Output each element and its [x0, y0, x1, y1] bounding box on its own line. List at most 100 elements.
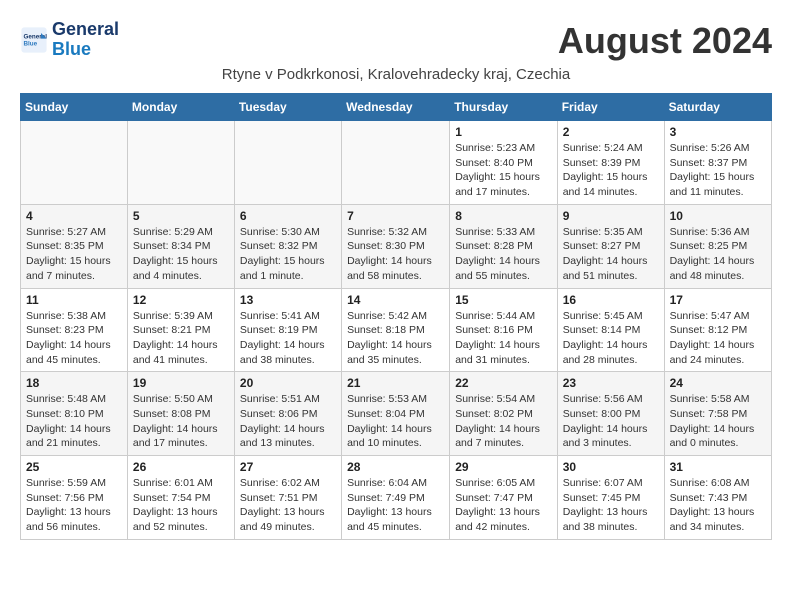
day-info: Sunrise: 5:56 AM Sunset: 8:00 PM Dayligh…: [563, 392, 659, 451]
calendar-cell: 27 Sunrise: 6:02 AM Sunset: 7:51 PM Dayli…: [234, 456, 341, 540]
day-header-saturday: Saturday: [664, 94, 771, 121]
calendar-cell: 11Sunrise: 5:38 AM Sunset: 8:23 PM Dayli…: [21, 288, 128, 372]
day-number: 27: [240, 460, 336, 474]
day-number: 25: [26, 460, 122, 474]
calendar-cell: 4 Sunrise: 5:27 AM Sunset: 8:35 PM Daylig…: [21, 204, 128, 288]
day-number: 4: [26, 209, 122, 223]
calendar-cell: 24Sunrise: 5:58 AM Sunset: 7:58 PM Dayli…: [664, 372, 771, 456]
day-number: 1: [455, 125, 551, 139]
day-header-thursday: Thursday: [450, 94, 557, 121]
day-info: Sunrise: 5:41 AM Sunset: 8:19 PM Dayligh…: [240, 309, 336, 368]
day-number: 6: [240, 209, 336, 223]
day-info: Sunrise: 5:39 AM Sunset: 8:21 PM Dayligh…: [133, 309, 229, 368]
calendar-week-3: 11Sunrise: 5:38 AM Sunset: 8:23 PM Dayli…: [21, 288, 772, 372]
calendar-cell: 5 Sunrise: 5:29 AM Sunset: 8:34 PM Daylig…: [127, 204, 234, 288]
calendar-week-4: 18 Sunrise: 5:48 AM Sunset: 8:10 PM Dayli…: [21, 372, 772, 456]
day-number: 9: [563, 209, 659, 223]
calendar-cell: 25 Sunrise: 5:59 AM Sunset: 7:56 PM Dayli…: [21, 456, 128, 540]
day-info: Sunrise: 5:51 AM Sunset: 8:06 PM Dayligh…: [240, 392, 336, 451]
day-info: Sunrise: 5:27 AM Sunset: 8:35 PM Dayligh…: [26, 225, 122, 284]
calendar-cell: [342, 121, 450, 205]
svg-text:Blue: Blue: [24, 40, 38, 47]
calendar-cell: 6 Sunrise: 5:30 AM Sunset: 8:32 PM Daylig…: [234, 204, 341, 288]
day-number: 5: [133, 209, 229, 223]
day-number: 20: [240, 376, 336, 390]
calendar-cell: 9 Sunrise: 5:35 AM Sunset: 8:27 PM Daylig…: [557, 204, 664, 288]
logo: General Blue General Blue: [20, 20, 119, 60]
day-number: 15: [455, 293, 551, 307]
day-number: 26: [133, 460, 229, 474]
day-number: 3: [670, 125, 766, 139]
day-info: Sunrise: 5:30 AM Sunset: 8:32 PM Dayligh…: [240, 225, 336, 284]
calendar-cell: 8Sunrise: 5:33 AM Sunset: 8:28 PM Daylig…: [450, 204, 557, 288]
day-number: 19: [133, 376, 229, 390]
calendar-cell: 18 Sunrise: 5:48 AM Sunset: 8:10 PM Dayli…: [21, 372, 128, 456]
day-info: Sunrise: 5:26 AM Sunset: 8:37 PM Dayligh…: [670, 141, 766, 200]
day-info: Sunrise: 6:04 AM Sunset: 7:49 PM Dayligh…: [347, 476, 444, 535]
day-info: Sunrise: 6:02 AM Sunset: 7:51 PM Dayligh…: [240, 476, 336, 535]
calendar-cell: 16 Sunrise: 5:45 AM Sunset: 8:14 PM Dayli…: [557, 288, 664, 372]
day-number: 2: [563, 125, 659, 139]
day-info: Sunrise: 6:07 AM Sunset: 7:45 PM Dayligh…: [563, 476, 659, 535]
day-header-tuesday: Tuesday: [234, 94, 341, 121]
day-info: Sunrise: 5:42 AM Sunset: 8:18 PM Dayligh…: [347, 309, 444, 368]
calendar-cell: 12 Sunrise: 5:39 AM Sunset: 8:21 PM Dayli…: [127, 288, 234, 372]
day-info: Sunrise: 6:05 AM Sunset: 7:47 PM Dayligh…: [455, 476, 551, 535]
day-number: 14: [347, 293, 444, 307]
day-number: 29: [455, 460, 551, 474]
day-info: Sunrise: 5:53 AM Sunset: 8:04 PM Dayligh…: [347, 392, 444, 451]
day-info: Sunrise: 5:54 AM Sunset: 8:02 PM Dayligh…: [455, 392, 551, 451]
day-info: Sunrise: 5:36 AM Sunset: 8:25 PM Dayligh…: [670, 225, 766, 284]
day-info: Sunrise: 5:50 AM Sunset: 8:08 PM Dayligh…: [133, 392, 229, 451]
day-number: 8: [455, 209, 551, 223]
logo-icon: General Blue: [20, 26, 48, 54]
day-info: Sunrise: 5:47 AM Sunset: 8:12 PM Dayligh…: [670, 309, 766, 368]
calendar-cell: [21, 121, 128, 205]
day-info: Sunrise: 5:38 AM Sunset: 8:23 PM Dayligh…: [26, 309, 122, 368]
calendar-cell: 31Sunrise: 6:08 AM Sunset: 7:43 PM Dayli…: [664, 456, 771, 540]
day-number: 21: [347, 376, 444, 390]
day-info: Sunrise: 5:23 AM Sunset: 8:40 PM Dayligh…: [455, 141, 551, 200]
day-number: 16: [563, 293, 659, 307]
calendar-cell: [234, 121, 341, 205]
day-info: Sunrise: 5:59 AM Sunset: 7:56 PM Dayligh…: [26, 476, 122, 535]
calendar-cell: 23 Sunrise: 5:56 AM Sunset: 8:00 PM Dayli…: [557, 372, 664, 456]
day-info: Sunrise: 5:29 AM Sunset: 8:34 PM Dayligh…: [133, 225, 229, 284]
calendar-cell: 21 Sunrise: 5:53 AM Sunset: 8:04 PM Dayli…: [342, 372, 450, 456]
day-number: 23: [563, 376, 659, 390]
day-number: 22: [455, 376, 551, 390]
calendar-table: SundayMondayTuesdayWednesdayThursdayFrid…: [20, 93, 772, 540]
calendar-cell: 28 Sunrise: 6:04 AM Sunset: 7:49 PM Dayli…: [342, 456, 450, 540]
day-info: Sunrise: 5:48 AM Sunset: 8:10 PM Dayligh…: [26, 392, 122, 451]
calendar-week-5: 25 Sunrise: 5:59 AM Sunset: 7:56 PM Dayli…: [21, 456, 772, 540]
day-info: Sunrise: 5:24 AM Sunset: 8:39 PM Dayligh…: [563, 141, 659, 200]
day-number: 30: [563, 460, 659, 474]
day-info: Sunrise: 5:45 AM Sunset: 8:14 PM Dayligh…: [563, 309, 659, 368]
day-number: 31: [670, 460, 766, 474]
day-header-wednesday: Wednesday: [342, 94, 450, 121]
day-number: 28: [347, 460, 444, 474]
calendar-cell: 3 Sunrise: 5:26 AM Sunset: 8:37 PM Daylig…: [664, 121, 771, 205]
day-number: 10: [670, 209, 766, 223]
day-info: Sunrise: 5:32 AM Sunset: 8:30 PM Dayligh…: [347, 225, 444, 284]
calendar-cell: 29 Sunrise: 6:05 AM Sunset: 7:47 PM Dayli…: [450, 456, 557, 540]
day-number: 12: [133, 293, 229, 307]
day-info: Sunrise: 6:01 AM Sunset: 7:54 PM Dayligh…: [133, 476, 229, 535]
calendar-cell: 17Sunrise: 5:47 AM Sunset: 8:12 PM Dayli…: [664, 288, 771, 372]
calendar-cell: 14 Sunrise: 5:42 AM Sunset: 8:18 PM Dayli…: [342, 288, 450, 372]
calendar-cell: 15 Sunrise: 5:44 AM Sunset: 8:16 PM Dayli…: [450, 288, 557, 372]
calendar-cell: 26 Sunrise: 6:01 AM Sunset: 7:54 PM Dayli…: [127, 456, 234, 540]
day-number: 18: [26, 376, 122, 390]
calendar-week-1: 1 Sunrise: 5:23 AM Sunset: 8:40 PM Daylig…: [21, 121, 772, 205]
calendar-cell: 20 Sunrise: 5:51 AM Sunset: 8:06 PM Dayli…: [234, 372, 341, 456]
day-header-friday: Friday: [557, 94, 664, 121]
day-number: 24: [670, 376, 766, 390]
location-title: Rtyne v Podkrkonosi, Kralovehradecky kra…: [20, 66, 772, 83]
logo-text: General Blue: [52, 20, 119, 60]
logo-blue: Blue: [52, 39, 91, 59]
day-info: Sunrise: 5:44 AM Sunset: 8:16 PM Dayligh…: [455, 309, 551, 368]
day-number: 7: [347, 209, 444, 223]
day-header-sunday: Sunday: [21, 94, 128, 121]
calendar-cell: 30 Sunrise: 6:07 AM Sunset: 7:45 PM Dayli…: [557, 456, 664, 540]
day-info: Sunrise: 5:35 AM Sunset: 8:27 PM Dayligh…: [563, 225, 659, 284]
